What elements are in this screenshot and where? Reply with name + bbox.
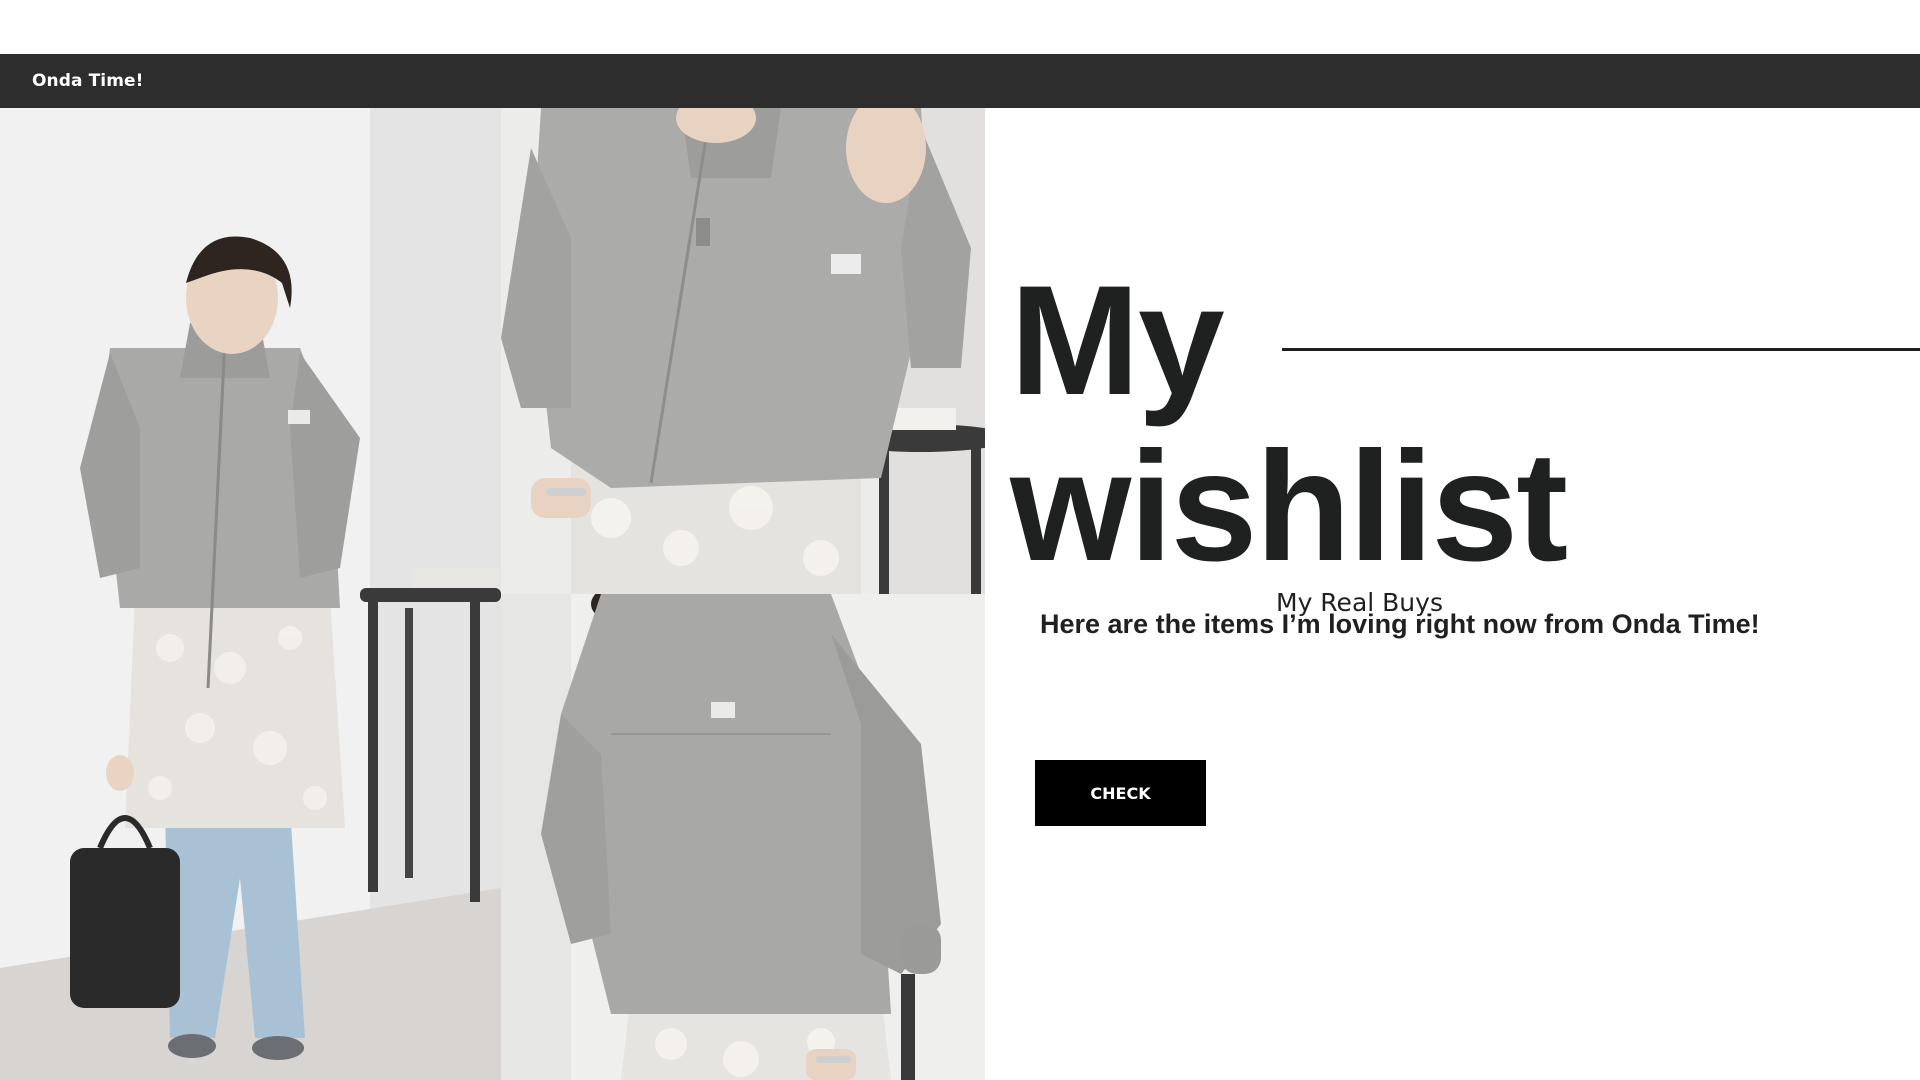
top-bar: Onda Time!	[0, 54, 1920, 108]
brand-name[interactable]: Onda Time!	[32, 71, 144, 91]
check-button[interactable]: CHECK	[1035, 760, 1206, 826]
jacket-closeup-photo	[501, 108, 985, 594]
top-spacer	[0, 0, 1920, 54]
photo-gallery	[0, 108, 985, 1080]
hero-title-line-1: My	[1010, 254, 1225, 428]
hero-title-line-2: wishlist	[1010, 420, 1568, 594]
jacket-back-photo	[501, 594, 985, 1080]
hero-title: My wishlist	[1010, 254, 1568, 594]
model-front-full-photo	[0, 108, 501, 1080]
hero-subtitle: Here are the items I’m loving right now …	[1040, 609, 1760, 639]
title-divider	[1282, 348, 1920, 351]
